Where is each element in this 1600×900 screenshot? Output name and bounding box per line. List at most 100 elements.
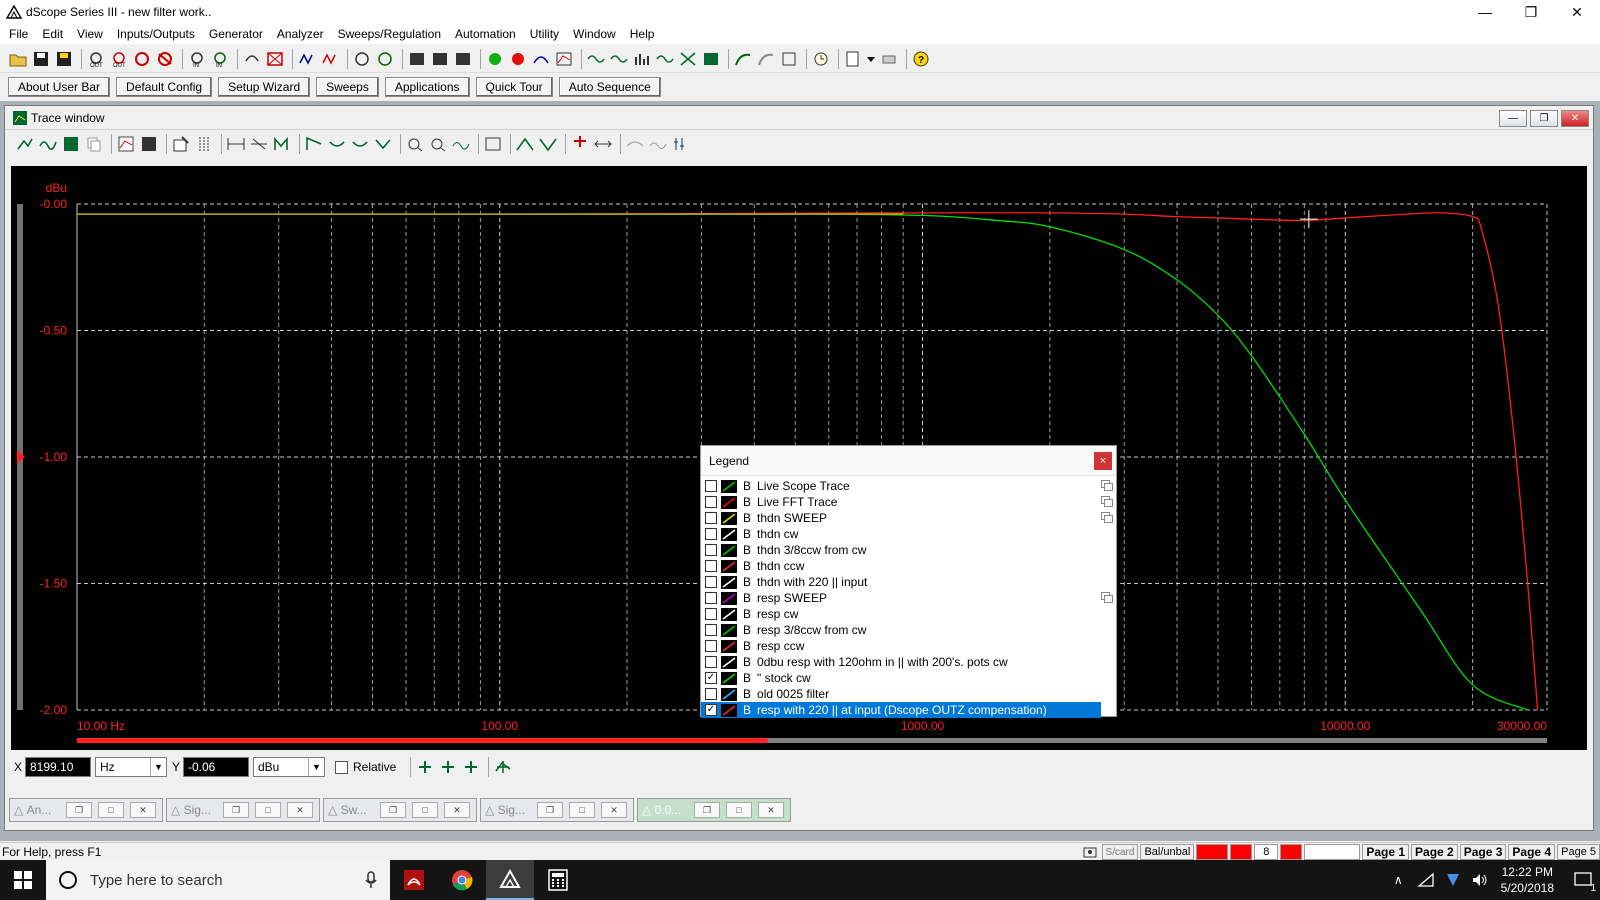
legend-item[interactable]: B 0dbu resp with 120ohm in || with 200's.… [701,654,1101,670]
edit-graph-icon[interactable] [171,134,191,154]
maximize-icon[interactable]: □ [255,802,281,818]
cursor-1-icon[interactable] [304,134,324,154]
legend-item[interactable]: Bthdn ccw [701,558,1101,574]
menu-automation[interactable]: Automation [448,27,523,41]
marker-3-icon[interactable] [451,134,471,154]
maximize-icon[interactable]: □ [412,802,438,818]
close-button[interactable]: ✕ [1554,0,1600,24]
taskbar-search[interactable]: Type here to search [46,860,390,900]
legend-item[interactable]: Bthdn SWEEP [701,510,1113,526]
minimized-window[interactable]: △ An... ❐ □ ✕ [9,798,163,822]
copy-icon[interactable] [1101,496,1113,507]
auto-sequence-button[interactable]: Auto Sequence [558,77,661,97]
script-step-icon[interactable] [756,49,776,69]
loop-stop-icon[interactable] [265,49,285,69]
grid-icon[interactable] [194,134,214,154]
close-icon[interactable]: ✕ [758,802,784,818]
dropdown-arrow-icon[interactable] [866,49,876,69]
menu-view[interactable]: View [70,27,110,41]
minimize-button[interactable]: — [1462,0,1508,24]
x-unit-select[interactable]: Hz ▼ [95,757,167,777]
print-icon[interactable] [879,49,899,69]
legend-item[interactable]: Bthdn cw [701,526,1101,542]
restore-icon[interactable]: ❐ [694,802,720,818]
marker-2-icon[interactable] [428,134,448,154]
sweep-settings-icon[interactable] [375,49,395,69]
taskbar-acrobat[interactable] [390,860,438,900]
wave-3-icon[interactable] [655,49,675,69]
page-4-tab[interactable]: Page 4 [1508,844,1556,860]
menu-generator[interactable]: Generator [202,27,270,41]
taskbar-chrome[interactable] [438,860,486,900]
menu-sweeps-regulation[interactable]: Sweeps/Regulation [331,27,448,41]
legend-item-checkbox[interactable] [705,528,717,540]
clock[interactable]: 12:22 PM 5/20/2018 [1501,864,1554,896]
smooth-2-icon[interactable] [648,134,668,154]
open-folder-icon[interactable] [8,49,28,69]
taskbar-dscope[interactable] [486,860,534,900]
default-config-button[interactable]: Default Config [116,77,213,97]
restore-icon[interactable]: ❐ [380,802,406,818]
page-1-tab[interactable]: Page 1 [1362,844,1410,860]
meter-2-icon[interactable] [430,49,450,69]
legend-item[interactable]: Bthdn with 220 || input [701,574,1101,590]
legend-item[interactable]: Bresp ccw [701,638,1101,654]
sweep-run-icon[interactable] [531,49,551,69]
legend-close-button[interactable]: × [1094,452,1112,470]
menu-inputs-outputs[interactable]: Inputs/Outputs [110,27,202,41]
output-on-icon[interactable]: OUT [109,49,129,69]
scale-icon[interactable] [570,134,590,154]
legend-item-checkbox[interactable] [705,576,717,588]
menu-file[interactable]: File [2,27,35,41]
legend-item[interactable]: Bresp SWEEP [701,590,1113,606]
input-icon[interactable]: IN [187,49,207,69]
generator-icon[interactable] [132,49,152,69]
maximize-icon[interactable]: □ [726,802,752,818]
legend-item[interactable]: ✓ Bresp with 220 || at input (Dscope OUTZ… [701,702,1101,718]
quick-tour-button[interactable]: Quick Tour [475,77,553,97]
menu-utility[interactable]: Utility [523,27,566,41]
spectrum-icon[interactable] [632,49,652,69]
smooth-1-icon[interactable] [625,134,645,154]
maximize-icon[interactable]: □ [98,802,124,818]
legend-item[interactable]: Bresp cw [701,606,1101,622]
taskbar-calculator[interactable] [534,860,582,900]
network-icon[interactable] [1416,872,1435,888]
zoom-y-icon[interactable] [249,134,269,154]
clock-icon[interactable] [811,49,831,69]
trace-restore-button[interactable]: ❐ [1530,110,1558,127]
wave-1-icon[interactable] [586,49,606,69]
menu-analyzer[interactable]: Analyzer [270,27,331,41]
setup-wizard-button[interactable]: Setup Wizard [218,77,311,97]
cursor-move-icon[interactable] [438,757,458,777]
legend-item-checkbox[interactable] [705,560,717,572]
trace-save-icon[interactable] [61,134,81,154]
legend-item-checkbox[interactable] [705,688,717,700]
close-icon[interactable]: ✕ [601,802,627,818]
close-icon[interactable]: ✕ [130,802,156,818]
menu-help[interactable]: Help [623,27,662,41]
legend-item-checkbox[interactable] [705,624,717,636]
legend-item-checkbox[interactable] [705,496,717,508]
input-on-icon[interactable]: IN [210,49,230,69]
wave-2-icon[interactable] [609,49,629,69]
about-user-bar-button[interactable]: About User Bar [8,77,111,97]
restore-icon[interactable]: ❐ [66,802,92,818]
restore-button[interactable]: ❐ [1508,0,1554,24]
sweeps-button[interactable]: Sweeps [316,77,379,97]
cursor-add-icon[interactable] [415,757,435,777]
minimized-window[interactable]: △ 0.0... ❐ □ ✕ [637,798,791,822]
x-value-field[interactable]: 8199.10 [25,757,91,777]
legend-item-checkbox[interactable] [705,512,717,524]
microphone-icon[interactable] [364,870,378,890]
legend-item-checkbox[interactable] [705,592,717,604]
generator-stop-icon[interactable] [155,49,175,69]
zoom-x-icon[interactable] [226,134,246,154]
save-icon[interactable] [31,49,51,69]
valley-icon[interactable] [538,134,558,154]
legend-item[interactable]: Bthdn 3/8ccw from cw [701,542,1101,558]
page-3-tab[interactable]: Page 3 [1459,844,1507,860]
close-icon[interactable]: ✕ [287,802,313,818]
expand-icon[interactable] [593,134,613,154]
legend-item-checkbox[interactable]: ✓ [705,672,717,684]
